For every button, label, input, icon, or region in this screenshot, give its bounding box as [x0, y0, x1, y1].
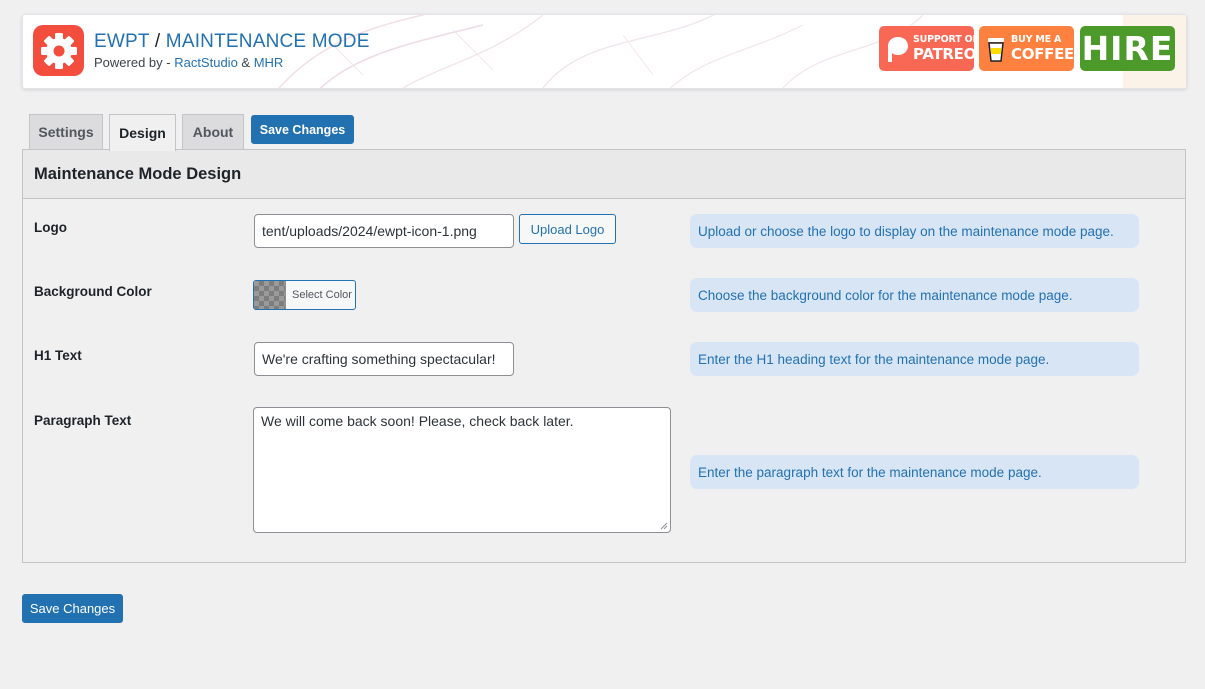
upload-logo-button[interactable]: Upload Logo: [519, 214, 616, 244]
coffee-big-text: COFFEE: [1011, 44, 1074, 63]
tab-about[interactable]: About: [182, 114, 244, 149]
title-separator: /: [154, 31, 161, 52]
paragraph-text-textarea[interactable]: We will come back soon! Please, check ba…: [253, 407, 671, 533]
paragraph-text-help-text: Enter the paragraph text for the mainten…: [690, 455, 1139, 489]
plugin-title: EWPT / MAINTENANCE MODE: [94, 31, 370, 53]
resize-handle-icon[interactable]: [660, 522, 668, 530]
background-color-label: Background Color: [34, 284, 152, 299]
mhr-link[interactable]: MHR: [254, 55, 284, 70]
h1-text-input[interactable]: We're crafting something spectacular!: [254, 342, 514, 376]
page-name: MAINTENANCE MODE: [165, 31, 370, 52]
h1-text-label: H1 Text: [34, 348, 82, 363]
panel-title: Maintenance Mode Design: [23, 150, 1185, 199]
logo-help-text: Upload or choose the logo to display on …: [690, 214, 1139, 248]
tab-design[interactable]: Design: [109, 114, 176, 151]
color-swatch: [254, 281, 286, 309]
design-panel: Maintenance Mode Design Logo tent/upload…: [22, 149, 1186, 563]
patreon-button[interactable]: SUPPORT ON PATREON: [879, 26, 989, 71]
hire-button[interactable]: HIRE: [1080, 26, 1175, 71]
buy-me-a-coffee-button[interactable]: BUY ME A COFFEE: [979, 26, 1074, 71]
paragraph-text-value: We will come back soon! Please, check ba…: [261, 413, 574, 429]
coffee-cup-icon: [985, 35, 1007, 63]
paragraph-text-label: Paragraph Text: [34, 413, 132, 428]
h1-text-help-text: Enter the H1 heading text for the mainte…: [690, 342, 1139, 376]
logo-url-input[interactable]: tent/uploads/2024/ewpt-icon-1.png: [254, 214, 514, 248]
powered-prefix: Powered by -: [94, 55, 175, 70]
powered-by: Powered by - RactStudio & MHR: [94, 55, 283, 70]
plugin-header: EWPT / MAINTENANCE MODE Powered by - Rac…: [22, 14, 1187, 89]
logo-label: Logo: [34, 220, 67, 235]
patreon-big-text: PATREON: [913, 44, 989, 63]
app-name: EWPT: [94, 31, 150, 52]
save-changes-button-top[interactable]: Save Changes: [251, 115, 354, 144]
patreon-small-text: SUPPORT ON: [913, 34, 981, 46]
gear-icon: [40, 32, 77, 69]
coffee-small-text: BUY ME A: [1011, 34, 1062, 46]
select-color-label: Select Color: [292, 289, 352, 301]
save-changes-button-bottom[interactable]: Save Changes: [22, 594, 123, 623]
plugin-logo: [33, 25, 84, 76]
ractstudio-link[interactable]: RactStudio: [174, 55, 238, 70]
tab-settings[interactable]: Settings: [29, 114, 103, 149]
patreon-icon: [885, 36, 909, 62]
select-color-button[interactable]: Select Color: [253, 280, 356, 310]
ampersand: &: [241, 55, 251, 70]
background-color-help-text: Choose the background color for the main…: [690, 278, 1139, 312]
